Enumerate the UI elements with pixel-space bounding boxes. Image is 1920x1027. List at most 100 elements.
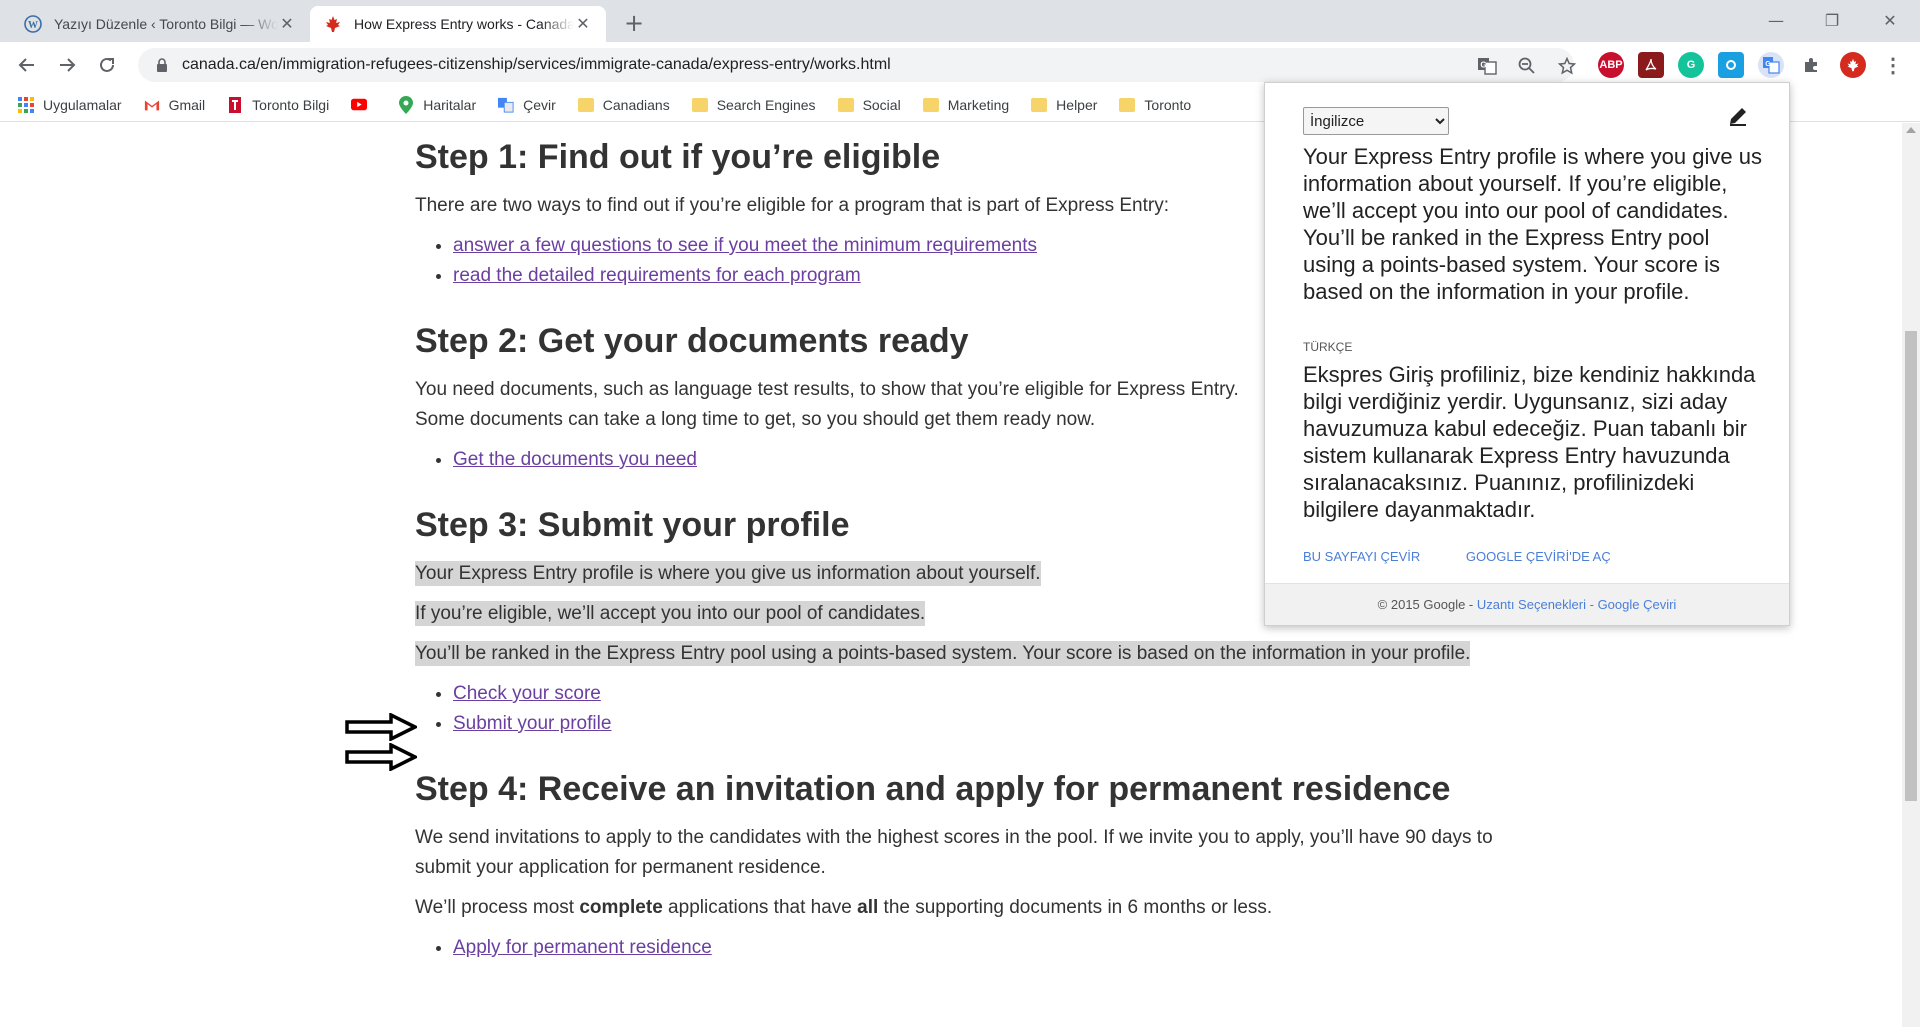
copyright-text: © 2015 Google - — [1377, 597, 1477, 612]
lock-icon[interactable] — [152, 58, 172, 72]
bookmark-label: Haritalar — [423, 96, 477, 113]
tab-close-icon[interactable]: ✕ — [278, 14, 296, 34]
svg-text:G: G — [1765, 61, 1771, 68]
folder-icon — [577, 97, 594, 113]
folder-icon — [691, 97, 708, 113]
bookmark-folder-marketing[interactable]: Marketing — [922, 96, 1010, 113]
bookmark-label: Gmail — [168, 96, 206, 113]
program-requirements-link[interactable]: read the detailed requirements for each … — [453, 265, 861, 286]
maps-pin-icon — [398, 95, 414, 114]
bookmark-folder-toronto[interactable]: Toronto — [1119, 97, 1191, 113]
youtube-icon — [351, 97, 368, 113]
page-scrollbar[interactable] — [1902, 123, 1920, 1027]
step4-heading: Step 4: Receive an invitation and apply … — [415, 770, 1451, 808]
arrow-annotation-icon — [345, 713, 417, 741]
pencil-edit-icon[interactable] — [1727, 105, 1749, 127]
check-score-link[interactable]: Check your score — [453, 683, 601, 704]
extension-options-link[interactable]: Uzantı Seçenekleri — [1477, 597, 1586, 612]
folder-icon — [922, 97, 939, 113]
tab-title: Yazıyı Düzenle ‹ Toronto Bilgi — WordPre… — [54, 16, 278, 32]
bookmark-youtube[interactable] — [351, 97, 376, 113]
restore-icon[interactable]: ❐ — [1804, 0, 1860, 40]
forward-icon[interactable] — [52, 50, 82, 80]
bookmark-label: Helper — [1056, 96, 1098, 113]
step3-link-list: Check your score Submit your profile — [453, 679, 1495, 739]
bookmark-gmail[interactable]: Gmail — [144, 96, 206, 113]
profile-avatar-icon[interactable] — [1840, 52, 1866, 78]
text-run: the supporting documents in 6 months or … — [878, 897, 1273, 918]
grammarly-icon[interactable]: G — [1678, 52, 1704, 78]
new-tab-button[interactable]: + — [620, 10, 648, 38]
tab-strip: W Yazıyı Düzenle ‹ Toronto Bilgi — WordP… — [0, 0, 1920, 42]
arrow-annotation-icon — [345, 743, 417, 771]
scroll-up-icon[interactable] — [1906, 127, 1916, 133]
tab-title: How Express Entry works - Canada.ca — [354, 16, 574, 32]
separator: - — [1586, 597, 1598, 612]
open-in-google-translate-button[interactable]: GOOGLE ÇEVİRİ'DE AÇ — [1466, 549, 1611, 564]
eligibility-questions-link[interactable]: answer a few questions to see if you mee… — [453, 235, 1037, 256]
translate-page-icon[interactable]: G — [1474, 53, 1500, 79]
minimize-icon[interactable]: — — [1748, 0, 1804, 40]
apply-pr-link[interactable]: Apply for permanent residence — [453, 937, 712, 958]
list-item: Apply for permanent residence — [453, 933, 1495, 963]
list-item: Submit your profile — [453, 709, 1495, 739]
adblock-plus-icon[interactable]: ABP — [1598, 52, 1624, 78]
bookmark-label: Marketing — [947, 96, 1010, 113]
translated-text: Ekspres Giriş profiliniz, bize kendiniz … — [1303, 362, 1756, 522]
address-bar[interactable]: canada.ca/en/immigration-refugees-citize… — [138, 48, 1576, 82]
tab-close-icon[interactable]: ✕ — [574, 14, 592, 34]
bookmark-folder-canadians[interactable]: Canadians — [577, 96, 670, 113]
bookmark-star-icon[interactable] — [1554, 53, 1580, 79]
text-run: applications that have — [662, 897, 858, 918]
url-text: canada.ca/en/immigration-refugees-citize… — [182, 56, 891, 73]
acrobat-icon[interactable] — [1638, 52, 1664, 78]
translate-popup: İngilizce Your Express Entry profile is … — [1264, 82, 1790, 626]
popup-actions: BU SAYFAYI ÇEVİR GOOGLE ÇEVİRİ'DE AÇ — [1303, 549, 1653, 564]
submit-profile-link[interactable]: Submit your profile — [453, 713, 611, 734]
folder-icon — [837, 97, 854, 113]
step4-paragraph-1: We send invitations to apply to the cand… — [415, 827, 1493, 878]
bookmark-translate[interactable]: Çevir — [498, 97, 556, 113]
popup-footer: © 2015 Google - Uzantı Seçenekleri - Goo… — [1265, 583, 1789, 625]
step4-paragraph-2: We’ll process most complete applications… — [415, 893, 1495, 923]
bold-text: complete — [579, 897, 663, 918]
extensions-puzzle-icon[interactable] — [1798, 52, 1824, 78]
step2-intro: You need documents, such as language tes… — [415, 379, 1239, 430]
bookmark-label: Toronto Bilgi — [252, 96, 330, 113]
google-translate-extension-icon[interactable]: G — [1758, 52, 1784, 78]
bookmark-label: Canadians — [602, 96, 670, 113]
bookmark-label: Social — [862, 96, 901, 113]
chrome-menu-icon[interactable]: ⋮ — [1880, 52, 1906, 78]
list-item: Check your score — [453, 679, 1495, 709]
bookmark-label: Search Engines — [716, 96, 816, 113]
reload-icon[interactable] — [92, 50, 122, 80]
translate-icon — [498, 97, 514, 113]
bookmark-label: Uygulamalar — [43, 96, 122, 113]
source-language-select[interactable]: İngilizce — [1303, 107, 1449, 135]
documents-link[interactable]: Get the documents you need — [453, 449, 697, 470]
step4-section: Step 4: Receive an invitation and apply … — [415, 769, 1495, 963]
google-translate-link[interactable]: Google Çeviri — [1598, 597, 1677, 612]
scroll-thumb[interactable] — [1905, 331, 1917, 801]
wordpress-icon: W — [24, 15, 42, 33]
apps-grid-icon — [18, 96, 34, 113]
close-window-icon[interactable]: ✕ — [1862, 0, 1918, 40]
bookmark-folder-social[interactable]: Social — [837, 96, 901, 113]
gmail-icon — [144, 97, 160, 113]
tab-wordpress[interactable]: W Yazıyı Düzenle ‹ Toronto Bilgi — WordP… — [10, 6, 310, 42]
bookmark-maps[interactable]: Haritalar — [398, 95, 477, 114]
text-run: We’ll process most — [415, 897, 580, 918]
svg-text:W: W — [28, 20, 38, 31]
bold-text: all — [857, 897, 879, 918]
bookmark-folder-search-engines[interactable]: Search Engines — [691, 96, 816, 113]
screenshot-extension-icon[interactable] — [1718, 52, 1744, 78]
translate-this-page-button[interactable]: BU SAYFAYI ÇEVİR — [1303, 549, 1420, 564]
bookmark-toronto-bilgi[interactable]: Toronto Bilgi — [227, 96, 330, 113]
highlighted-text: If you’re eligible, we’ll accept you int… — [415, 601, 926, 626]
bookmark-folder-helper[interactable]: Helper — [1031, 97, 1097, 113]
target-language-label: TÜRKÇE — [1303, 340, 1353, 354]
tab-canada[interactable]: How Express Entry works - Canada.ca ✕ — [310, 6, 606, 42]
back-icon[interactable] — [12, 50, 42, 80]
zoom-out-icon[interactable] — [1514, 53, 1540, 79]
bookmark-apps[interactable]: Uygulamalar — [18, 96, 122, 113]
